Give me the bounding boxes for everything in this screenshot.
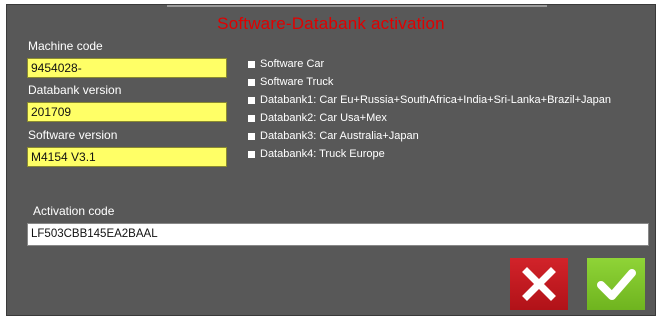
software-version-label: Software version (28, 128, 118, 142)
option-software-car[interactable]: Software Car (248, 58, 324, 70)
option-label: Software Truck (260, 76, 334, 88)
option-label: Software Car (260, 58, 325, 70)
option-label: Databank1: Car Eu+Russia+SouthAfrica+Ind… (260, 94, 611, 106)
confirm-button[interactable] (587, 258, 645, 310)
option-databank1[interactable]: Databank1: Car Eu+Russia+SouthAfrica+Ind… (248, 94, 611, 106)
activation-code-input[interactable]: LF503CBB145EA2BAAL (27, 223, 649, 246)
option-databank2[interactable]: Databank2: Car Usa+Mex (248, 112, 387, 124)
option-software-truck[interactable]: Software Truck (248, 76, 333, 88)
machine-code-field[interactable]: 9454028- (27, 58, 227, 78)
check-icon (597, 269, 636, 300)
databank-version-field[interactable]: 201709 (27, 102, 227, 122)
option-databank3[interactable]: Databank3: Car Australia+Japan (248, 130, 419, 142)
checkbox[interactable] (248, 96, 255, 104)
activation-dialog: Software-Databank activation Machine cod… (6, 4, 656, 316)
cancel-button[interactable] (510, 258, 568, 310)
option-label: Databank3: Car Australia+Japan (260, 130, 419, 142)
option-databank4[interactable]: Databank4: Truck Europe (248, 148, 385, 160)
databank-version-label: Databank version (28, 83, 122, 97)
checkbox[interactable] (248, 132, 255, 140)
checkbox[interactable] (248, 78, 255, 86)
dialog-title: Software-Databank activation (217, 14, 445, 33)
title-divider (167, 5, 547, 7)
checkbox[interactable] (248, 114, 255, 122)
checkbox[interactable] (248, 150, 255, 158)
checkbox[interactable] (248, 60, 255, 68)
machine-code-label: Machine code (28, 39, 103, 53)
option-label: Databank4: Truck Europe (260, 148, 385, 160)
option-label: Databank2: Car Usa+Mex (260, 112, 387, 124)
x-icon (522, 267, 556, 301)
software-version-field[interactable]: M4154 V3.1 (27, 147, 227, 167)
activation-code-label: Activation code (33, 204, 115, 218)
